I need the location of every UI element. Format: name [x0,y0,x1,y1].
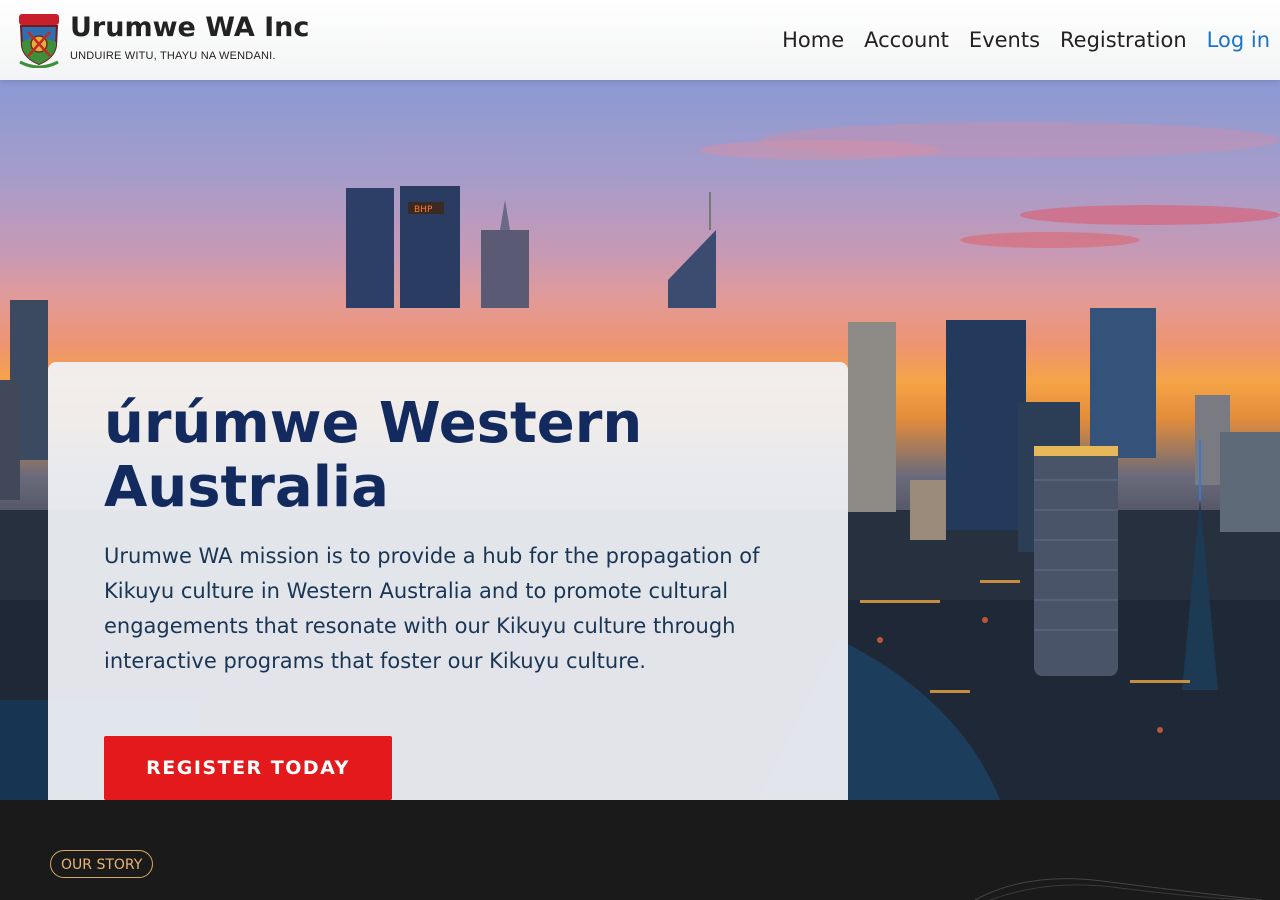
crest-logo-icon[interactable] [16,12,62,69]
hero-title: úrúmwe Western Australia [104,391,643,520]
brand: Urumwe WA Inc UNDUIRE WITU, THAYU NA WEN… [70,11,309,62]
brand-name[interactable]: Urumwe WA Inc [70,11,309,45]
nav-registration[interactable]: Registration [1060,26,1187,54]
nav-login[interactable]: Log in [1207,26,1270,54]
decorative-waves [974,878,1263,900]
nav-home[interactable]: Home [782,26,844,54]
nav-events[interactable]: Events [969,26,1040,54]
hero-description: Urumwe WA mission is to provide a hub fo… [104,544,760,673]
site-header: Urumwe WA Inc UNDUIRE WITU, THAYU NA WEN… [0,0,1280,80]
register-today-button[interactable]: REGISTER TODAY [104,736,392,800]
hero-section: BHP úrúmwe Western Australia Urumwe WA m… [0,80,1280,800]
our-story-badge: OUR STORY [50,850,154,878]
main-nav: Home Account Events Registration Log in [782,26,1270,54]
hero-card: úrúmwe Western Australia Urumwe WA missi… [48,362,848,800]
bhp-sign: BHP [414,205,433,215]
story-section: OUR STORY [0,800,1280,900]
nav-account[interactable]: Account [864,26,949,54]
brand-tagline: UNDUIRE WITU, THAYU NA WENDANI. [70,50,276,62]
